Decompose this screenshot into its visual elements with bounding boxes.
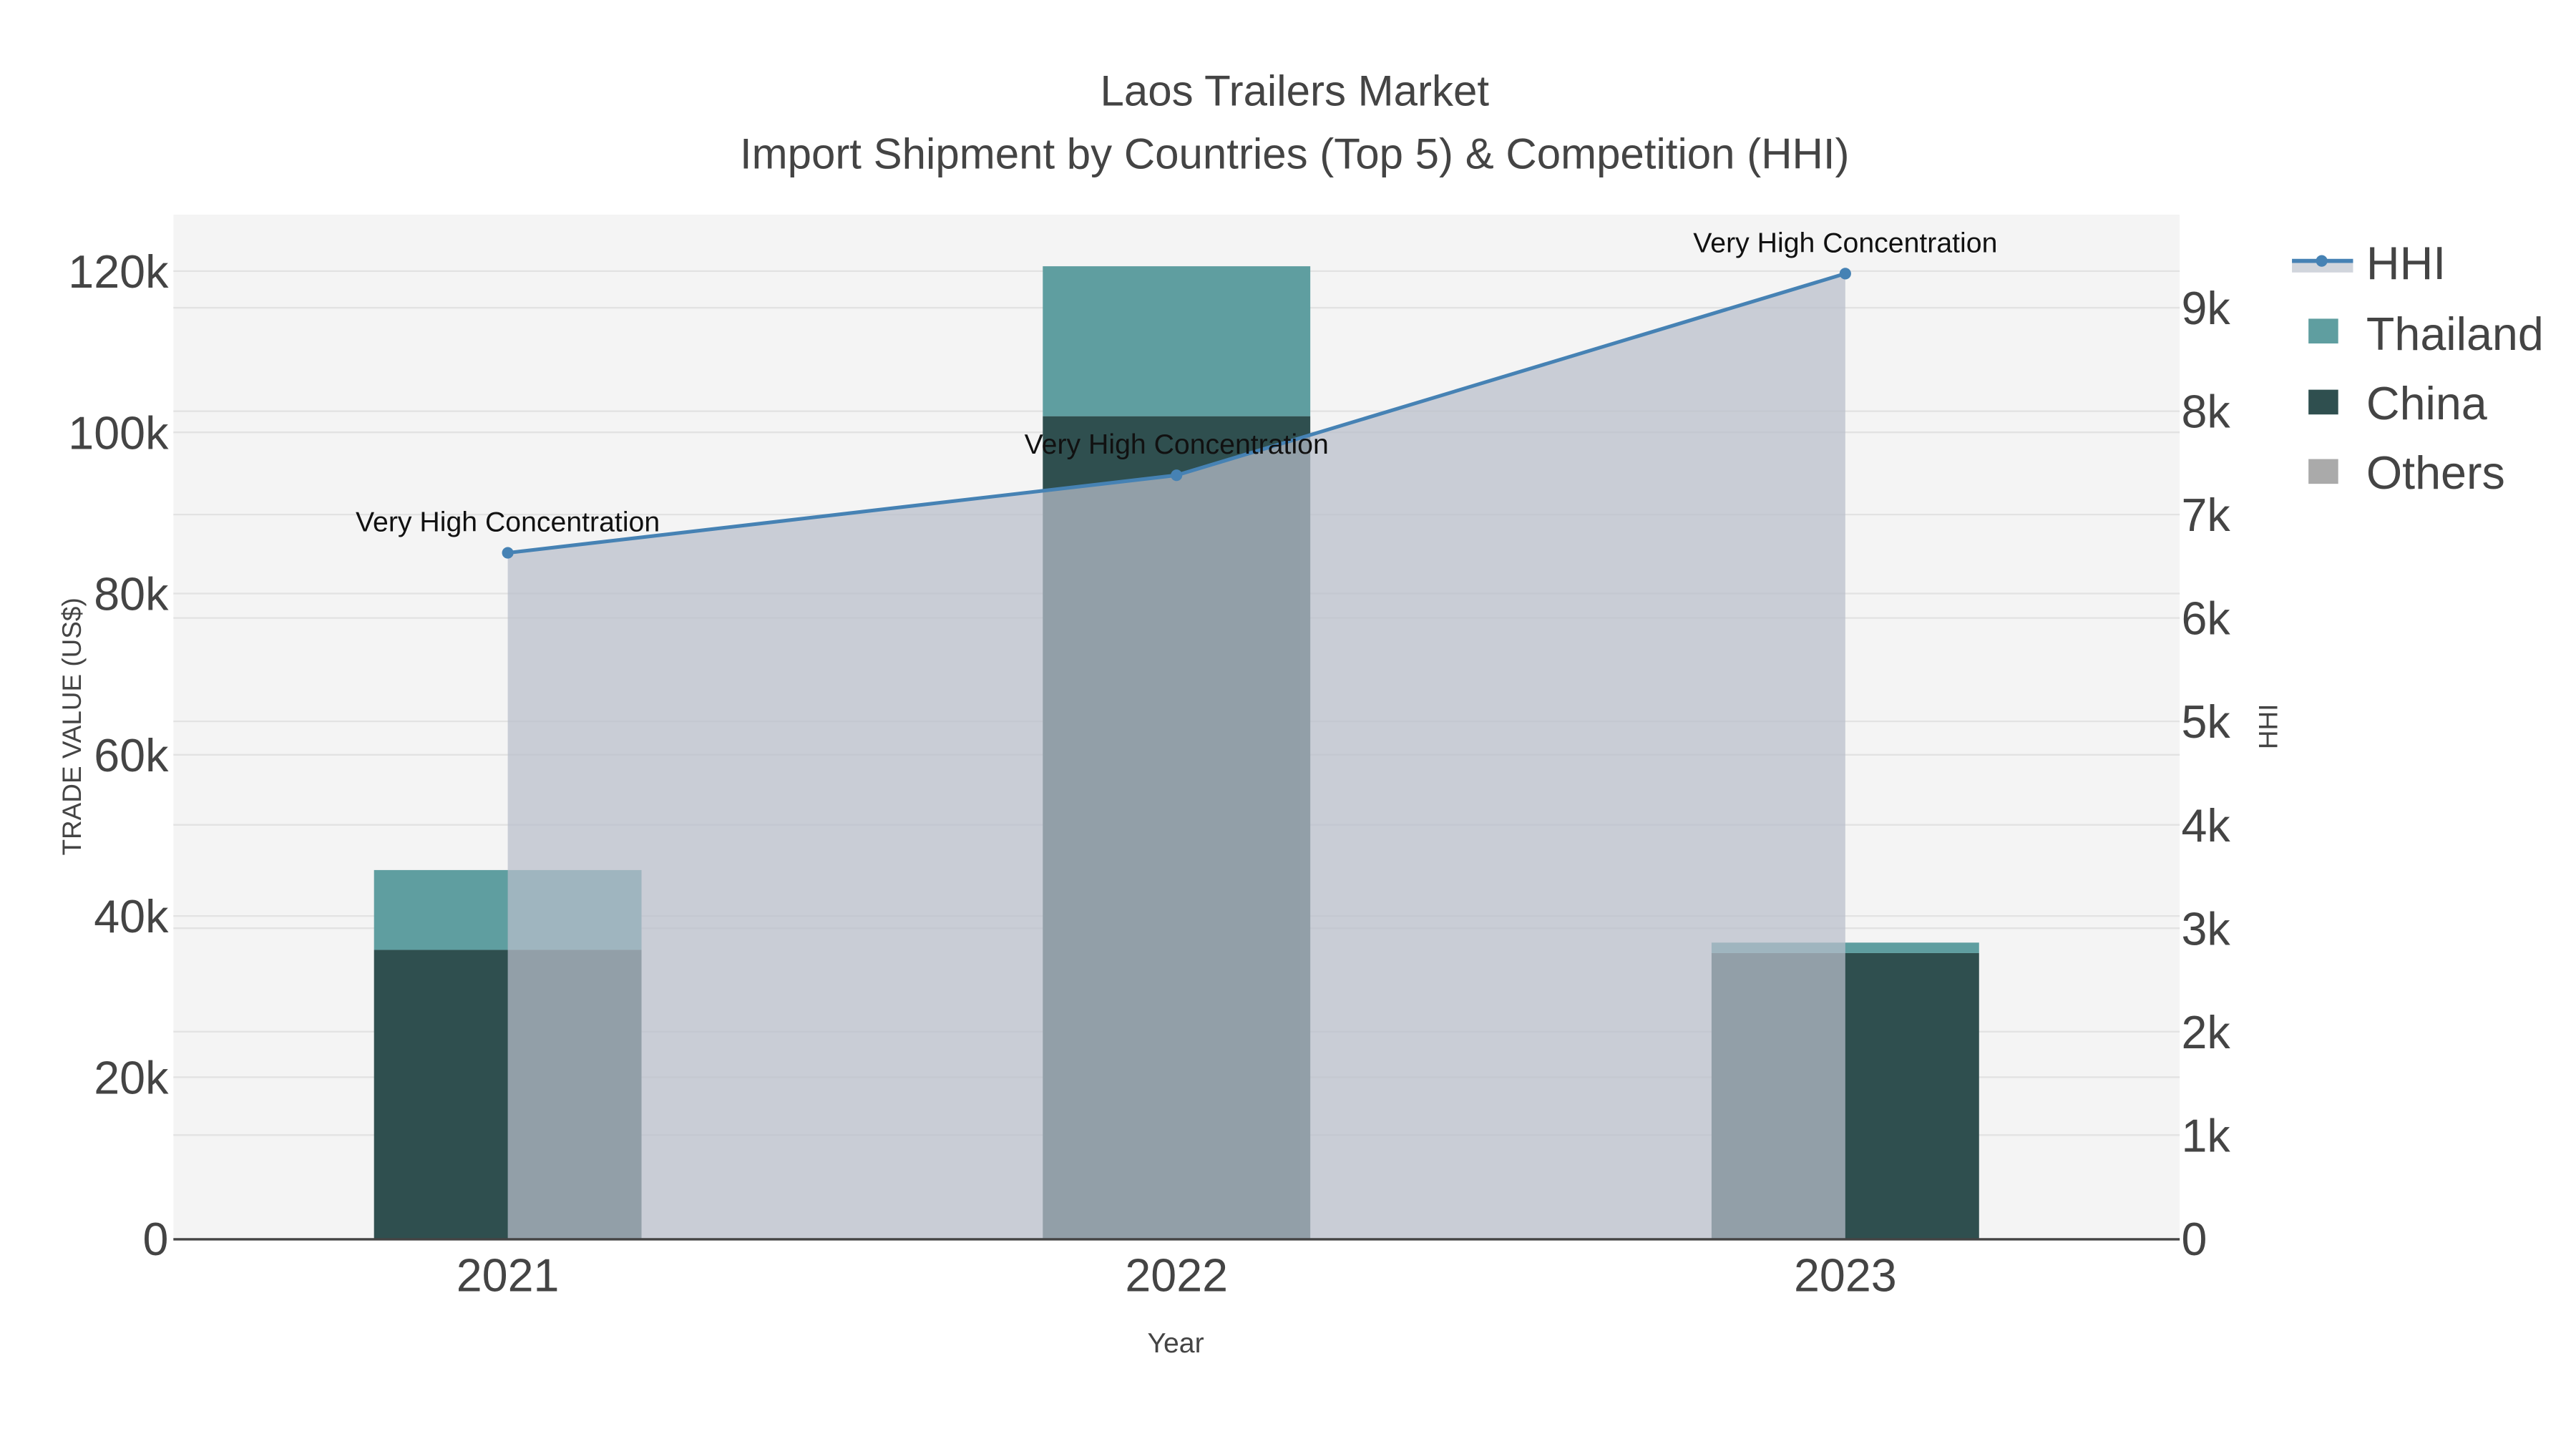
x-tick-label: 2023 <box>1794 1250 1897 1302</box>
y-tick-label: 120k <box>68 246 169 298</box>
y2-tick-label: 1k <box>2181 1110 2230 1161</box>
x-axis-label: Year <box>1147 1327 1204 1359</box>
chart-title: Laos Trailers Market <box>1100 67 1489 115</box>
y2-tick-label: 3k <box>2181 903 2230 955</box>
hhi-point-2022 <box>1171 469 1183 482</box>
y-tick-label: 100k <box>68 407 169 459</box>
x-tick-label: 2021 <box>457 1250 560 1302</box>
chart: Laos Trailers Market Import Shipment by … <box>0 0 2576 1449</box>
y2-tick-label: 6k <box>2181 593 2230 645</box>
legend-label-china: China <box>2366 378 2487 429</box>
y-axis-label: TRADE VALUE (US$) <box>57 597 87 855</box>
chart-subtitle: Import Shipment by Countries (Top 5) & C… <box>740 130 1850 177</box>
legend-label-thailand: Thailand <box>2366 308 2544 360</box>
y-tick-label: 20k <box>94 1053 169 1104</box>
y2-tick-label: 7k <box>2181 489 2230 541</box>
y-tick-label: 0 <box>142 1214 168 1265</box>
y2-tick-label: 9k <box>2181 283 2230 334</box>
legend-label-hhi: HHI <box>2366 238 2446 289</box>
bar-thailand-2022 <box>1043 266 1311 416</box>
hhi-point-2021 <box>502 547 514 559</box>
x-tick-label: 2022 <box>1125 1250 1228 1302</box>
y2-tick-label: 8k <box>2181 386 2230 438</box>
y2-axis-label: HHI <box>2253 704 2283 750</box>
y2-tick-label: 5k <box>2181 696 2230 748</box>
hhi-annotation: Very High Concentration <box>1025 429 1329 460</box>
y-tick-label: 60k <box>94 730 169 781</box>
y2-tick-label: 4k <box>2181 800 2230 852</box>
hhi-annotation: Very High Concentration <box>1693 227 1997 258</box>
y-tick-label: 80k <box>94 569 169 620</box>
legend-label-others: Others <box>2366 447 2505 499</box>
hhi-annotation: Very High Concentration <box>356 507 660 538</box>
y2-tick-label: 0 <box>2181 1214 2207 1265</box>
y2-tick-label: 2k <box>2181 1007 2230 1058</box>
hhi-point-2023 <box>1839 268 1851 280</box>
y-tick-label: 40k <box>94 891 169 942</box>
